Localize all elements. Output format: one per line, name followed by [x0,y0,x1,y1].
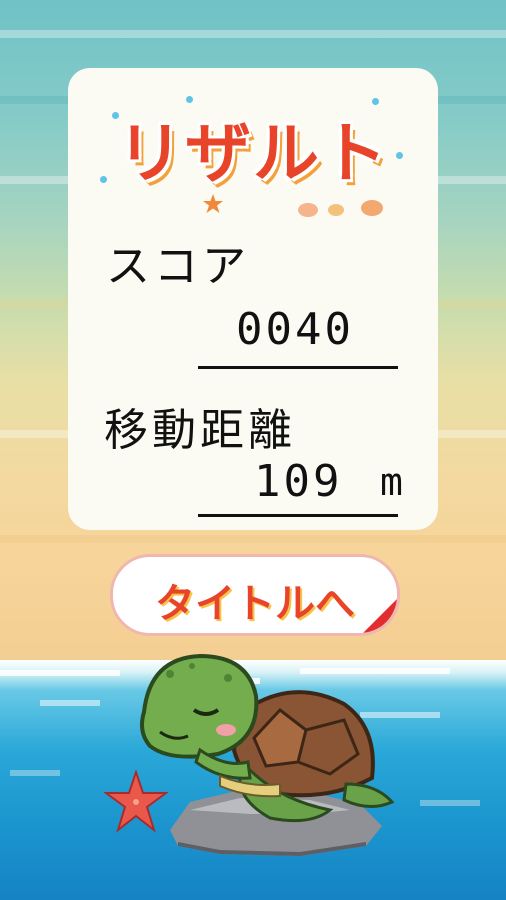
back-to-title-label: タイトルへ [155,581,355,627]
starfish-icon [203,194,223,213]
distance-unit: m [380,460,406,504]
button-corner-accent [360,596,397,633]
score-label: スコア [106,241,250,292]
sky-stripe [0,30,506,38]
sand-stripe [0,535,506,543]
wave [10,770,60,776]
sea-turtle-icon [140,653,395,823]
score-value: 0040 [236,304,354,355]
game-background: リザルト スコア 0040 移動距離 109 m タイトルへ [0,0,506,900]
back-to-title-button[interactable]: タイトルへ [110,554,400,636]
wave [40,700,100,706]
distance-label: 移動距離 [104,405,296,456]
shell-icon [298,200,383,217]
wave [0,670,120,676]
score-underline [198,366,398,369]
wave [420,800,480,806]
distance-value: 109 [254,456,343,507]
distance-underline [198,514,398,517]
result-title: リザルト [117,115,389,192]
